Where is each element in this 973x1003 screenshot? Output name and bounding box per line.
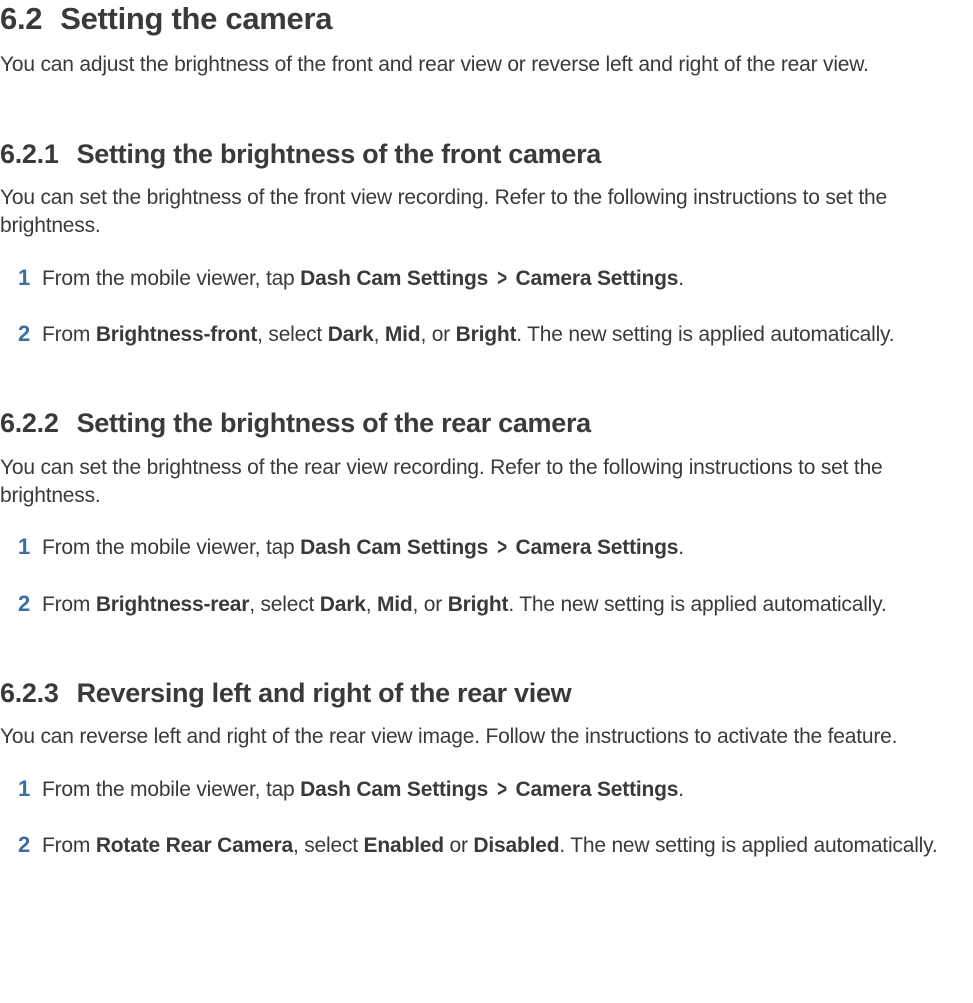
step-item: 2 From Brightness-rear, select Dark, Mid… — [18, 589, 973, 619]
ui-path-part: Dash Cam Settings — [300, 267, 488, 290]
subsection-heading: 6.2.2 Setting the brightness of the rear … — [0, 407, 973, 439]
step-number: 2 — [18, 319, 42, 349]
step-item: 2 From Rotate Rear Camera, select Enable… — [18, 830, 973, 860]
step-text: From Brightness-front, select Dark, Mid,… — [42, 321, 973, 349]
steps-list: 1 From the mobile viewer, tap Dash Cam S… — [18, 774, 973, 861]
ui-path-part: Dash Cam Settings — [300, 536, 488, 559]
step-text: From Rotate Rear Camera, select Enabled … — [42, 832, 973, 860]
step-text: From the mobile viewer, tap Dash Cam Set… — [42, 776, 973, 804]
step-item: 1 From the mobile viewer, tap Dash Cam S… — [18, 532, 973, 562]
ui-option: Dark — [328, 323, 374, 346]
ui-setting-name: Brightness-front — [96, 323, 257, 346]
steps-list: 1 From the mobile viewer, tap Dash Cam S… — [18, 532, 973, 619]
step-item: 1 From the mobile viewer, tap Dash Cam S… — [18, 263, 973, 293]
ui-option: Dark — [320, 593, 366, 616]
subsection-intro: You can set the brightness of the rear v… — [0, 454, 973, 511]
subsection-number: 6.2.1 — [0, 139, 59, 169]
step-text: From the mobile viewer, tap Dash Cam Set… — [42, 265, 973, 293]
ui-path-part: Camera Settings — [516, 536, 679, 559]
ui-option: Bright — [448, 593, 509, 616]
step-text: From the mobile viewer, tap Dash Cam Set… — [42, 534, 973, 562]
step-number: 1 — [18, 774, 42, 804]
steps-list: 1 From the mobile viewer, tap Dash Cam S… — [18, 263, 973, 350]
section-intro: You can adjust the brightness of the fro… — [0, 51, 973, 79]
step-number: 2 — [18, 589, 42, 619]
step-item: 2 From Brightness-front, select Dark, Mi… — [18, 319, 973, 349]
ui-path-part: Camera Settings — [516, 267, 679, 290]
chevron-right-icon: > — [497, 533, 507, 564]
section-title: Setting the camera — [60, 1, 332, 36]
ui-path-part: Dash Cam Settings — [300, 778, 488, 801]
ui-setting-name: Rotate Rear Camera — [96, 834, 293, 857]
section-heading: 6.2 Setting the camera — [0, 0, 973, 37]
chevron-right-icon: > — [497, 263, 507, 294]
ui-setting-name: Brightness-rear — [96, 593, 249, 616]
subsection-heading: 6.2.1 Setting the brightness of the front… — [0, 138, 973, 170]
ui-option: Mid — [377, 593, 413, 616]
subsection-intro: You can set the brightness of the front … — [0, 184, 973, 241]
step-number: 1 — [18, 532, 42, 562]
ui-option: Mid — [385, 323, 421, 346]
subsection-title: Reversing left and right of the rear vie… — [77, 678, 572, 708]
step-number: 1 — [18, 263, 42, 293]
ui-option: Bright — [456, 323, 517, 346]
step-text: From Brightness-rear, select Dark, Mid, … — [42, 591, 973, 619]
subsection-intro: You can reverse left and right of the re… — [0, 723, 973, 751]
subsection-number: 6.2.2 — [0, 408, 59, 438]
ui-option: Disabled — [473, 834, 559, 857]
subsection-number: 6.2.3 — [0, 678, 59, 708]
subsection-title: Setting the brightness of the front came… — [77, 139, 601, 169]
ui-option: Enabled — [364, 834, 444, 857]
ui-path-part: Camera Settings — [516, 778, 679, 801]
step-number: 2 — [18, 830, 42, 860]
section-number: 6.2 — [0, 1, 42, 36]
subsection-title: Setting the brightness of the rear camer… — [77, 408, 591, 438]
subsection-heading: 6.2.3 Reversing left and right of the rea… — [0, 677, 973, 709]
step-item: 1 From the mobile viewer, tap Dash Cam S… — [18, 774, 973, 804]
chevron-right-icon: > — [497, 774, 507, 805]
